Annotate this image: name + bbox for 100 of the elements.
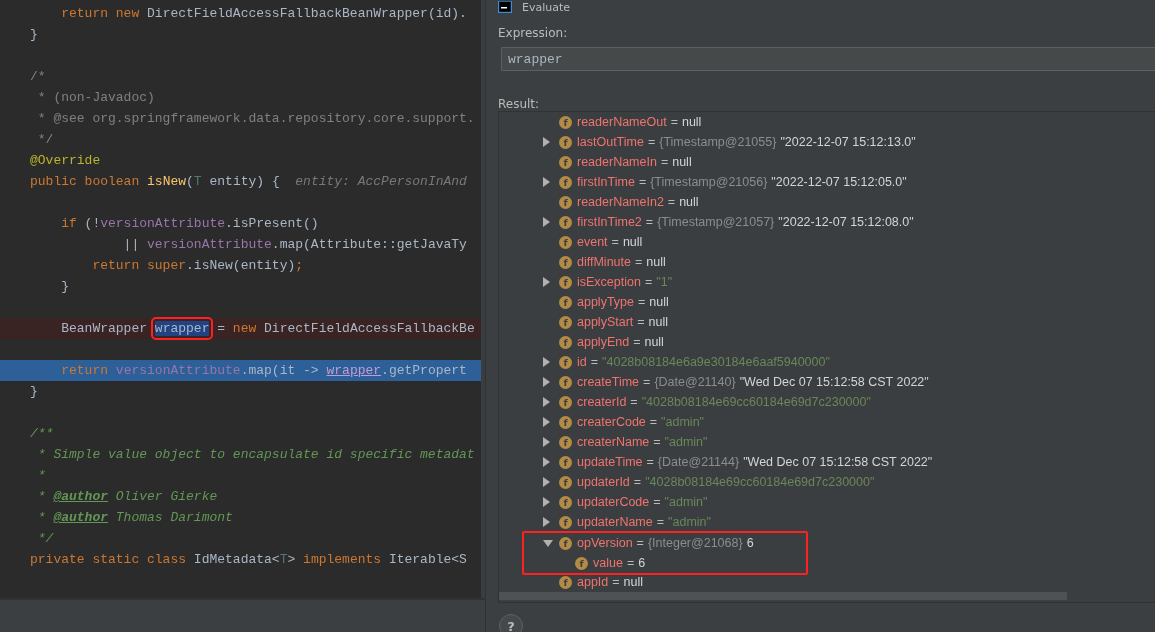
field-name: createrCode bbox=[577, 415, 646, 429]
code-token: .getPropert bbox=[381, 363, 467, 378]
field-value: null bbox=[622, 235, 643, 249]
field-name: id bbox=[577, 355, 587, 369]
code-token: return super bbox=[91, 258, 187, 273]
code-token: private static class bbox=[30, 552, 188, 567]
collapsed-arrow-icon[interactable] bbox=[543, 177, 550, 187]
collapsed-arrow-icon[interactable] bbox=[543, 517, 550, 527]
window-title: Evaluate bbox=[522, 0, 571, 14]
field-icon: f bbox=[559, 415, 572, 429]
code-token: * bbox=[36, 468, 46, 483]
expression-field[interactable]: wrapper bbox=[501, 47, 1155, 71]
collapsed-arrow-icon[interactable] bbox=[543, 397, 550, 407]
equals-sign: = bbox=[636, 536, 644, 550]
code-token: DirectFieldAccessFallbackBeanWrapper(id). bbox=[147, 6, 467, 21]
field-name: firstInTime2 bbox=[577, 215, 642, 229]
field-name: firstInTime bbox=[577, 175, 635, 189]
field-name: event bbox=[577, 235, 608, 249]
equals-sign: = bbox=[638, 295, 646, 309]
field-icon: f bbox=[559, 275, 572, 289]
field-icon: f bbox=[575, 556, 588, 570]
code-token: * Simple value object to encapsulate id specific metadat bbox=[36, 447, 475, 462]
field-name: readerNameIn bbox=[577, 155, 657, 169]
equals-sign: = bbox=[630, 395, 638, 409]
code-token: new bbox=[232, 321, 258, 336]
expression-label: Expression: bbox=[498, 26, 569, 40]
field-icon: f bbox=[559, 315, 572, 329]
field-value: null bbox=[623, 575, 644, 589]
code-token: @author bbox=[53, 489, 108, 504]
field-icon: f bbox=[559, 235, 572, 249]
equals-sign: = bbox=[626, 556, 635, 570]
collapsed-arrow-icon[interactable] bbox=[543, 437, 550, 447]
field-icon: f bbox=[559, 255, 572, 269]
field-value: "2022-12-07 15:12:08.0" bbox=[778, 215, 914, 229]
field-value: null bbox=[679, 195, 699, 209]
code-token: Oliver Gierke bbox=[114, 489, 218, 504]
code-token: BeanWrapper bbox=[60, 321, 149, 336]
field-name: applyStart bbox=[577, 315, 634, 329]
code-token: > bbox=[287, 552, 297, 567]
collapsed-arrow-icon[interactable] bbox=[543, 137, 550, 147]
field-icon: f bbox=[559, 115, 572, 129]
code-token: entity) { bbox=[208, 174, 281, 189]
field-name: updaterCode bbox=[577, 495, 650, 509]
code-token: versionAttribute bbox=[147, 237, 272, 252]
code-token: * @see org.springframework.data.repository.core.support. bbox=[36, 111, 475, 126]
type-label: {Integer@21068} bbox=[647, 536, 743, 550]
field-icon: f bbox=[559, 295, 572, 309]
field-name: isException bbox=[577, 275, 641, 289]
equals-sign: = bbox=[643, 375, 651, 389]
collapsed-arrow-icon[interactable] bbox=[543, 377, 550, 387]
field-icon: f bbox=[559, 475, 572, 489]
scrollbar[interactable] bbox=[499, 592, 1067, 600]
equals-sign: = bbox=[634, 255, 643, 269]
field-value: "4028b08184e69cc60184e69d7c230000" bbox=[645, 475, 875, 489]
field-name: updaterName bbox=[577, 515, 653, 529]
field-icon: f bbox=[559, 375, 572, 389]
code-token: DirectFieldAccessFallbackBe bbox=[264, 321, 475, 336]
field-icon: f bbox=[559, 515, 572, 529]
collapsed-arrow-icon[interactable] bbox=[543, 477, 550, 487]
code-token: .map(Attribute::getJavaTy bbox=[271, 237, 467, 252]
result-label: Result: bbox=[498, 97, 541, 111]
code-token: = bbox=[216, 321, 227, 336]
field-name: opVersion bbox=[577, 536, 633, 550]
code-token: T bbox=[279, 552, 288, 567]
collapsed-arrow-icon[interactable] bbox=[543, 497, 550, 507]
field-value: null bbox=[646, 255, 666, 269]
equals-sign: = bbox=[590, 355, 599, 369]
collapsed-arrow-icon[interactable] bbox=[543, 277, 550, 287]
code-token: Thomas Darimont bbox=[114, 510, 233, 525]
type-label: {Timestamp@21055} bbox=[659, 135, 777, 149]
field-name: updaterId bbox=[577, 475, 630, 489]
equals-sign: = bbox=[649, 415, 658, 429]
field-name: updateTime bbox=[577, 455, 643, 469]
code-token: * (non-Javadoc) bbox=[36, 90, 155, 105]
code-token: @author bbox=[53, 510, 108, 525]
code-token: /* bbox=[30, 69, 46, 84]
equals-sign: = bbox=[660, 155, 669, 169]
field-name: createrName bbox=[577, 435, 650, 449]
field-icon: f bbox=[559, 215, 572, 229]
code-token: ( bbox=[186, 174, 194, 189]
collapsed-arrow-icon[interactable] bbox=[543, 457, 550, 467]
field-name: appId bbox=[577, 575, 609, 589]
field-icon: f bbox=[559, 155, 572, 169]
equals-sign: = bbox=[637, 315, 645, 329]
code-token: public boolean bbox=[30, 174, 141, 189]
field-name: readerNameOut bbox=[577, 115, 667, 129]
equals-sign: = bbox=[611, 235, 619, 249]
field-value: "admin" bbox=[664, 495, 708, 509]
type-label: {Date@21144} bbox=[657, 455, 740, 469]
expanded-arrow-icon[interactable] bbox=[543, 539, 553, 547]
collapsed-arrow-icon[interactable] bbox=[543, 217, 550, 227]
equals-sign: = bbox=[656, 515, 665, 529]
field-value: "2022-12-07 15:12:05.0" bbox=[771, 175, 907, 189]
equals-sign: = bbox=[647, 135, 656, 149]
collapsed-arrow-icon[interactable] bbox=[543, 357, 550, 367]
field-value: "4028b08184e6a9e30184e6aaf5940000" bbox=[602, 355, 830, 369]
help-button[interactable]: ? bbox=[499, 614, 523, 632]
field-name: value bbox=[593, 556, 623, 570]
collapsed-arrow-icon[interactable] bbox=[543, 417, 550, 427]
code-token: ; bbox=[295, 258, 304, 273]
